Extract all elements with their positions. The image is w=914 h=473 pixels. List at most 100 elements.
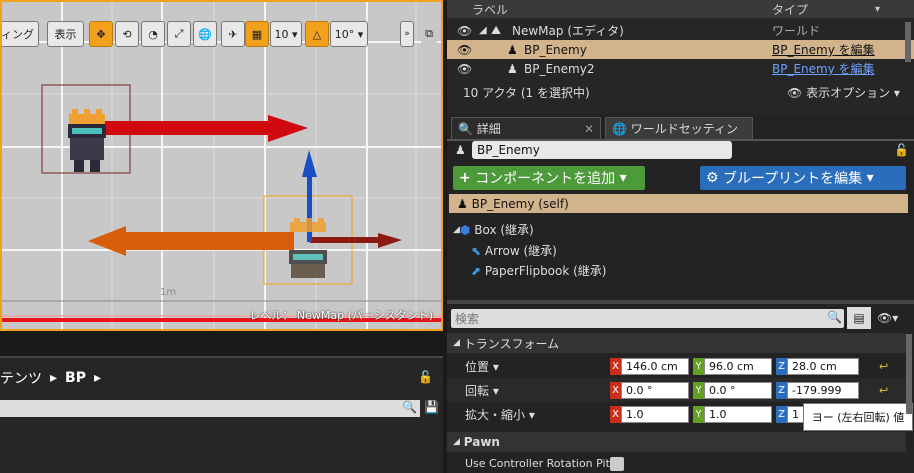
world-local-button[interactable]: 🌐 [193,21,217,47]
rotation-x-field[interactable]: 0.0 ° [621,382,689,399]
grid-snap-value-label: 10 [274,27,289,41]
chevron-down-icon[interactable]: ▾ [875,4,880,15]
box-icon: ⬢ [459,222,471,237]
level-label: レベル： NewMap (パーシスタント) [249,309,433,322]
viewport-grid [2,2,441,329]
add-component-button[interactable]: + コンポーネントを追加 ▾ [453,166,645,190]
eye-icon[interactable]: 👁 [457,62,472,76]
rotation-snap-toggle[interactable]: △ [305,21,329,47]
use-controller-row: Use Controller Rotation Pitc [447,453,906,473]
details-panel: 🔍 詳細 ✕ 🌐 ワールドセッティン ♟ BP_Enemy 🔓 + コンポーネン… [447,114,914,473]
enemy-sprite-2 [289,218,327,278]
component-label: Arrow (継承) [484,244,557,258]
chevron-right-icon: ▸ [93,370,101,386]
location-x-field[interactable]: 146.0 cm [621,358,689,375]
pawn-section-header[interactable]: ◢ Pawn [447,432,906,452]
actor-name-field[interactable]: BP_Enemy [472,141,732,159]
content-search-input[interactable] [0,400,420,417]
eye-icon[interactable]: 👁 [457,43,472,57]
grid-snap-toggle[interactable]: ▦ [245,21,269,47]
z-axis-label: Z [776,382,787,399]
content-browser: テンツ ▸ BP ▸ 🔓 🔍 💾 [0,356,443,473]
tab-world-label: ワールドセッティン [630,122,739,136]
breadcrumb-bp[interactable]: BP [65,370,86,386]
surface-snap-button[interactable]: ⤢ [167,21,191,47]
collapse-arrow-icon[interactable]: ◢ [453,225,460,235]
grid-snap-value[interactable]: 10 ▾ [270,21,302,47]
reset-icon[interactable]: ↩ [879,384,888,397]
outliner-row-bp-enemy2[interactable]: 👁 ♟ BP_Enemy2 BP_Enemy を編集 [447,59,914,78]
world-outliner: ラベル タイプ ▾ 👁 ◢ ⛰ NewMap (エディタ) ワールド 👁 ♟ B… [447,0,914,114]
scale-tool-button[interactable]: ◔ [141,21,165,47]
grid-icon: ▦ [251,27,263,41]
search-icon: 🔍 [402,400,417,414]
rotation-row: 回転 ▾ X 0.0 ° Y 0.0 ° Z -179.999 ↩ [447,378,906,402]
property-matrix-button[interactable]: ▤ [847,307,871,329]
show-button[interactable]: 表示 [47,21,84,47]
chevron-icon: » [404,29,410,39]
chevron-right-icon: ▸ [50,370,58,386]
outliner-row-world[interactable]: 👁 ◢ ⛰ NewMap (エディタ) ワールド [447,21,914,40]
view-options-button[interactable]: 👁 表示オプション ▾ [787,84,900,101]
lighting-button[interactable]: ィング [2,21,39,47]
maximize-viewport-button[interactable]: ⧉ [421,21,437,47]
rotation-y-field[interactable]: 0.0 ° [704,382,772,399]
reset-icon[interactable]: ↩ [879,360,888,373]
col-type[interactable]: タイプ [772,1,808,18]
restore-icon: ⧉ [425,27,433,40]
details-scrollbar[interactable] [906,334,912,414]
pawn-icon: ♟ [507,42,518,57]
edit-blueprint-link[interactable]: BP_Enemy を編集 [772,41,875,58]
viewport-options-button[interactable]: » [400,21,414,47]
y-axis-label: Y [693,358,704,375]
edit-blueprint-button[interactable]: ⚙ ブループリントを編集 ▾ [700,166,906,190]
pawn-icon: ♟ [455,143,466,157]
search-icon: 🔍 [827,310,842,324]
scale-y-field[interactable]: 1.0 [704,406,772,423]
plus-icon: + [459,170,471,186]
close-icon[interactable]: ✕ [584,122,594,136]
component-arrow[interactable]: ⬉ Arrow (継承) [471,242,557,259]
actor-count: 10 アクタ (1 を選択中) [463,85,590,100]
row-name: BP_Enemy [524,42,587,57]
scale-label[interactable]: 拡大・縮小 ▾ [465,406,535,423]
scale-x-field[interactable]: 1.0 [621,406,689,423]
level-viewport[interactable]: 1m レベル： NewMap (パーシスタント) ィング 表示 ✥ ⟲ ◔ ⤢ … [0,0,443,331]
rotation-snap-value[interactable]: 10° ▾ [330,21,368,47]
snap-surface-button[interactable]: ✈ [221,21,245,47]
row-type: ワールド [772,24,821,38]
edit-blueprint-link[interactable]: BP_Enemy を編集 [772,60,875,77]
lock-icon[interactable]: 🔓 [894,143,909,157]
transform-section-header[interactable]: ◢ トランスフォーム [447,333,906,353]
rotate-tool-button[interactable]: ⟲ [115,21,139,47]
col-label[interactable]: ラベル [472,1,508,18]
edit-blueprint-label: ブループリントを編集 [723,171,863,187]
lock-icon[interactable]: 🔓 [418,370,433,384]
tab-details-label: 詳細 [476,122,501,136]
collapse-arrow-icon[interactable]: ◢ [479,25,487,36]
scale-label: 1m [160,287,177,298]
location-z-field[interactable]: 28.0 cm [787,358,859,375]
tab-world-settings[interactable]: 🌐 ワールドセッティン [605,117,753,139]
component-box[interactable]: ◢ ⬢ Box (継承) [453,221,534,238]
globe-icon: 🌐 [612,121,627,136]
location-y-field[interactable]: 96.0 cm [704,358,772,375]
search-input[interactable]: 検索 [451,309,844,328]
angle-icon: △ [312,27,322,41]
rotation-z-field[interactable]: -179.999 [787,382,859,399]
outliner-scrollbar[interactable] [905,22,911,62]
component-self-row[interactable]: ♟ BP_Enemy (self) [449,194,908,213]
translate-tool-button[interactable]: ✥ [89,21,113,47]
eye-icon[interactable]: 👁 [457,24,472,38]
use-controller-checkbox[interactable] [610,457,624,471]
eye-icon[interactable]: 👁▾ [877,311,898,325]
outliner-row-bp-enemy[interactable]: 👁 ♟ BP_Enemy BP_Enemy を編集 [447,40,914,59]
tab-details[interactable]: 🔍 詳細 ✕ [451,117,601,139]
component-flipbook[interactable]: ⬈ PaperFlipbook (継承) [471,262,607,279]
pawn-icon: ♟ [457,196,468,211]
rotation-label[interactable]: 回転 ▾ [465,382,499,399]
move-icon: ✥ [96,27,106,41]
breadcrumb-content[interactable]: テンツ [0,368,42,388]
save-icon[interactable]: 💾 [424,400,439,414]
location-label[interactable]: 位置 ▾ [465,358,499,375]
